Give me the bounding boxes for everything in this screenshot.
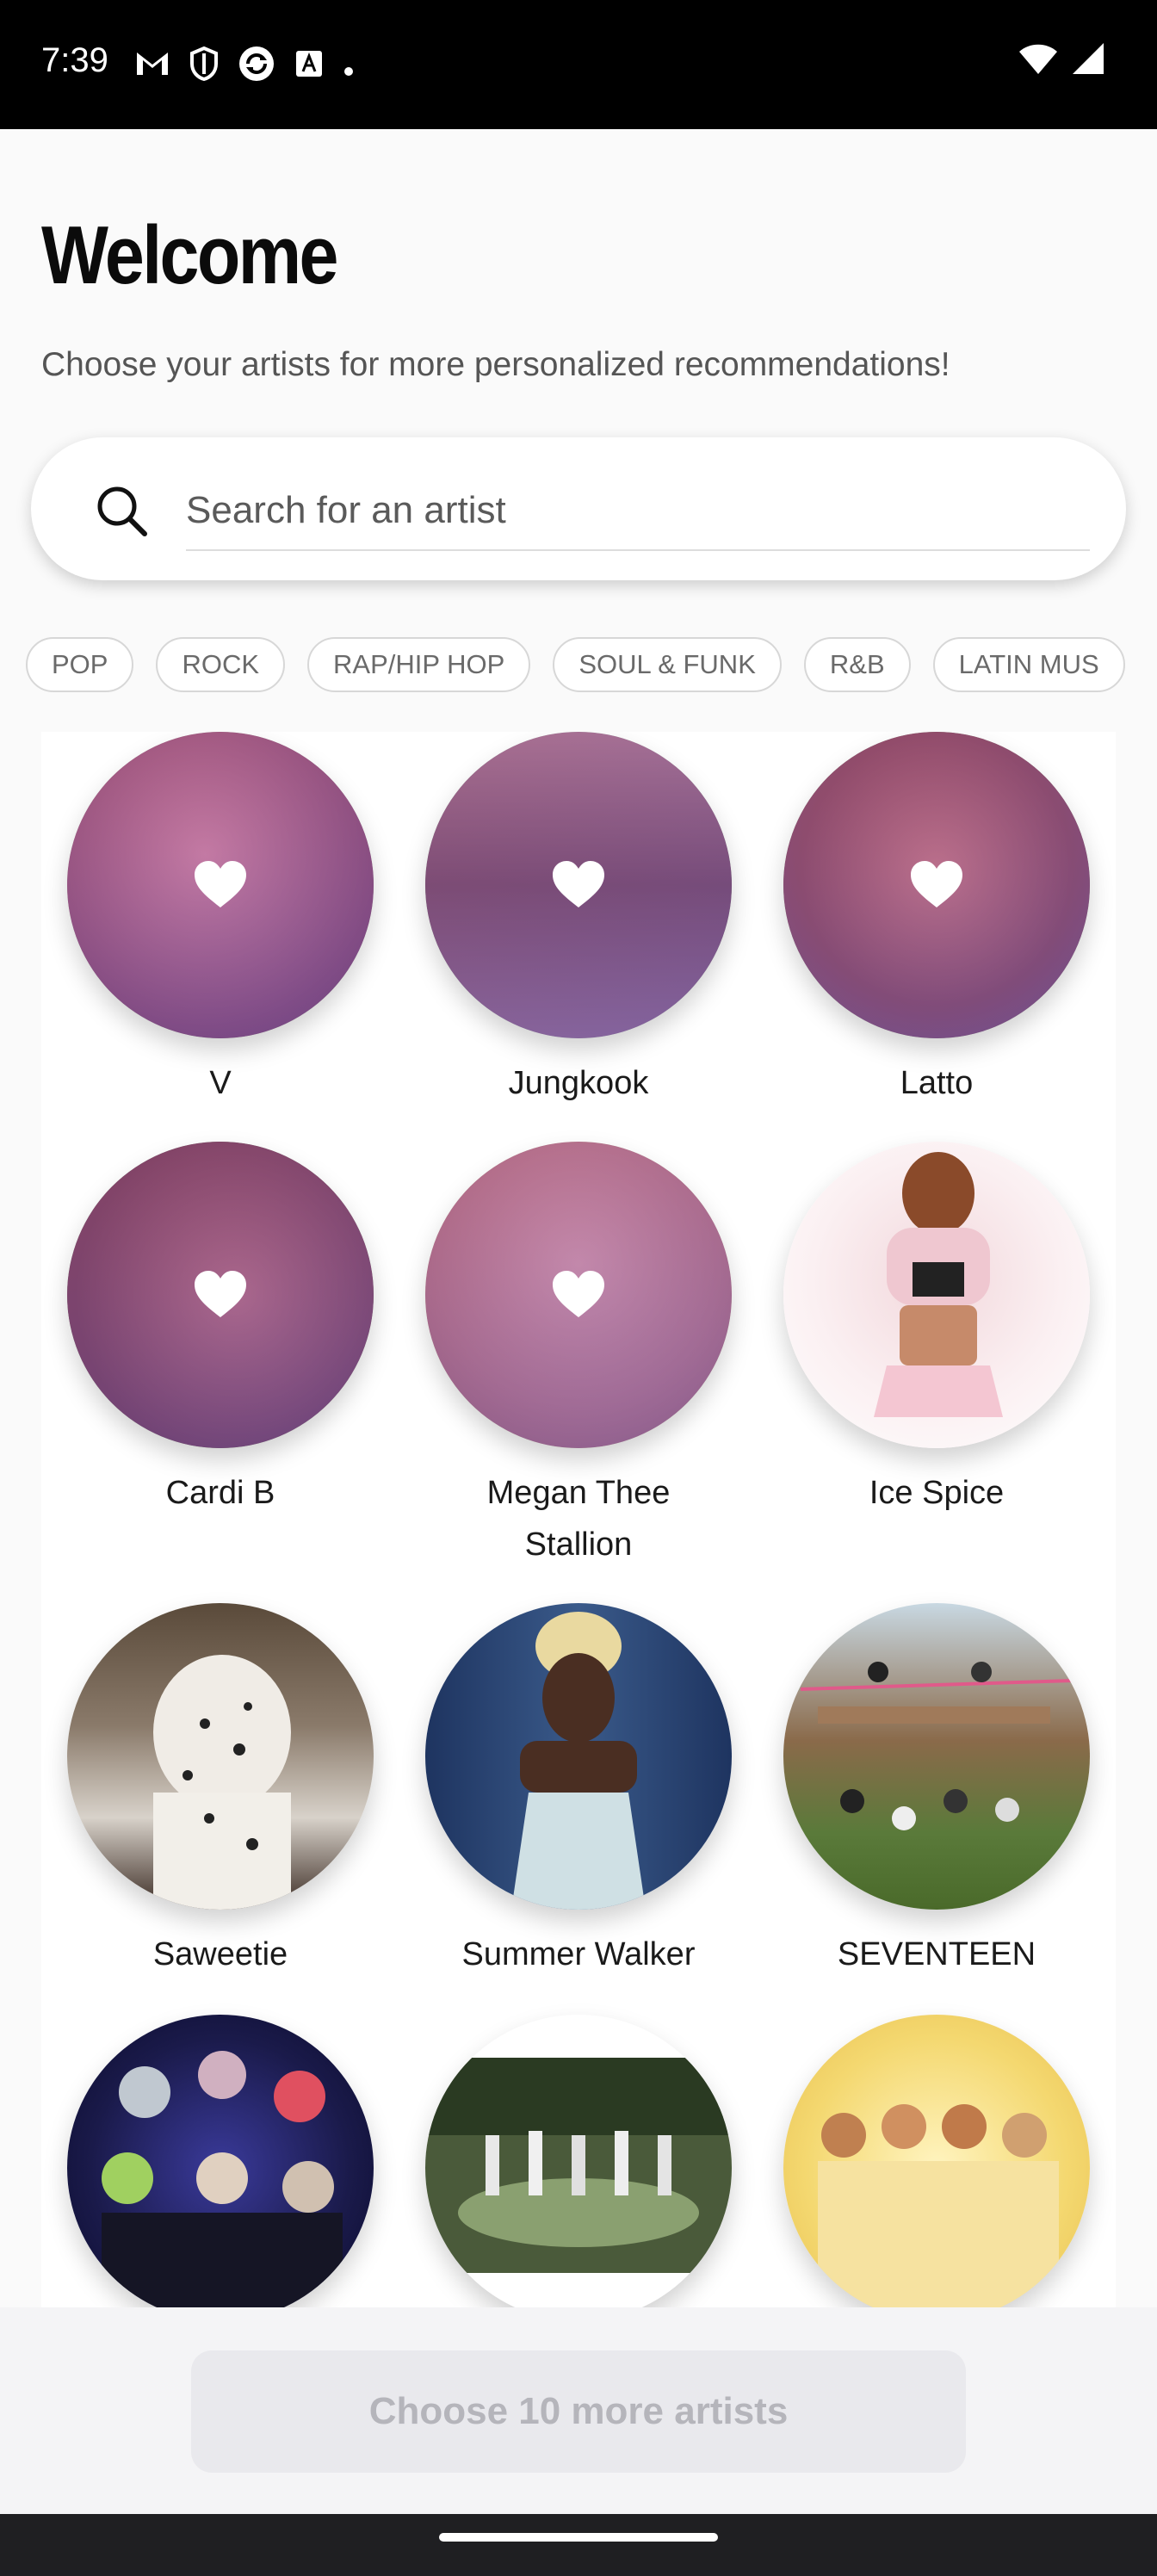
artist-name: Ice Spice <box>869 1475 1005 1511</box>
artist-photo <box>102 2051 343 2321</box>
artist-photo <box>153 1655 291 1910</box>
genre-chip-rnb[interactable]: R&B <box>803 637 911 692</box>
artist-card[interactable]: Jungkook <box>399 732 758 1128</box>
artist-avatar[interactable] <box>67 1142 374 1448</box>
page-subtitle: Choose your artists for more personalize… <box>41 346 950 383</box>
artist-avatar[interactable] <box>783 1142 1090 1448</box>
navigation-bar <box>0 2514 1157 2576</box>
genre-chip-latin-music[interactable]: LATIN MUS <box>932 637 1125 692</box>
heart-icon <box>195 1271 246 1317</box>
search-input[interactable] <box>186 472 1090 551</box>
system-icons <box>1018 41 1105 80</box>
artist-photo <box>425 2058 732 2273</box>
genre-filter-bar: POP ROCK RAP/HIP HOP SOUL & FUNK R&B LATIN MU… <box>26 637 1157 694</box>
choose-more-artists-button[interactable]: Choose 10 more artists <box>191 2350 966 2473</box>
artist-name: SEVENTEEN <box>837 1936 1036 1972</box>
artist-photo <box>874 1152 1003 1417</box>
shield-icon <box>189 46 219 89</box>
artist-name: Jungkook <box>508 1065 649 1101</box>
dot-icon <box>343 51 355 85</box>
artist-avatar[interactable] <box>425 2015 732 2321</box>
artist-avatar[interactable] <box>425 1603 732 1910</box>
onboarding-screen: Welcome Choose your artists for more per… <box>0 129 1157 2514</box>
heart-icon <box>195 861 246 907</box>
status-time: 7:39 <box>41 41 108 79</box>
artist-avatar[interactable] <box>783 732 1090 1038</box>
artist-card[interactable]: Cardi B <box>41 1142 399 1589</box>
artist-photo <box>818 2104 1059 2321</box>
artist-avatar[interactable] <box>425 1142 732 1448</box>
search-icon <box>97 486 147 536</box>
artist-photo <box>800 1662 1073 1830</box>
artist-card[interactable]: Saweetie <box>41 1603 399 1999</box>
artist-name: Saweetie <box>152 1936 288 1972</box>
heart-icon <box>911 861 962 907</box>
home-indicator[interactable] <box>439 2533 718 2542</box>
notification-icons <box>134 45 355 90</box>
signal-icon <box>1071 41 1105 80</box>
artist-avatar[interactable] <box>67 2015 374 2321</box>
artist-card[interactable]: Megan Thee Stallion <box>399 1142 758 1589</box>
search-bar[interactable] <box>31 437 1126 580</box>
status-bar: 7:39 <box>0 0 1157 129</box>
artist-card[interactable]: Summer Walker <box>399 1603 758 1999</box>
genre-chip-soul-funk[interactable]: SOUL & FUNK <box>553 637 782 692</box>
artist-card[interactable]: Ice Spice <box>758 1142 1116 1589</box>
artist-card[interactable]: Latto <box>758 732 1116 1128</box>
artist-name: Megan Thee Stallion <box>486 1475 671 1563</box>
artist-name: V <box>209 1065 232 1101</box>
font-icon <box>294 49 324 86</box>
artist-avatar[interactable] <box>783 2015 1090 2321</box>
artist-grid: V Jungkook Latto Cardi B Megan Thee Stal… <box>41 732 1116 2437</box>
wifi-icon <box>1018 41 1059 80</box>
artist-name: Summer Walker <box>461 1936 696 1972</box>
genre-chip-rock[interactable]: ROCK <box>156 637 286 692</box>
genre-chip-pop[interactable]: POP <box>26 637 134 692</box>
artist-name: Latto <box>900 1065 974 1101</box>
artist-avatar[interactable] <box>425 732 732 1038</box>
page-title: Welcome <box>41 209 338 301</box>
genre-chip-rap-hip-hop[interactable]: RAP/HIP HOP <box>307 637 531 692</box>
heart-icon <box>553 861 604 907</box>
bottom-action-bar: Choose 10 more artists <box>0 2307 1157 2514</box>
artist-avatar[interactable] <box>783 1603 1090 1910</box>
artist-card[interactable]: SEVENTEEN <box>758 1603 1116 1999</box>
artist-avatar[interactable] <box>67 1603 374 1910</box>
heart-icon <box>553 1271 604 1317</box>
sync-icon <box>238 45 275 90</box>
artist-photo <box>511 1612 646 1910</box>
gmail-icon <box>134 49 170 86</box>
artist-card[interactable]: V <box>41 732 399 1128</box>
artist-avatar[interactable] <box>67 732 374 1038</box>
artist-name: Cardi B <box>165 1475 275 1511</box>
